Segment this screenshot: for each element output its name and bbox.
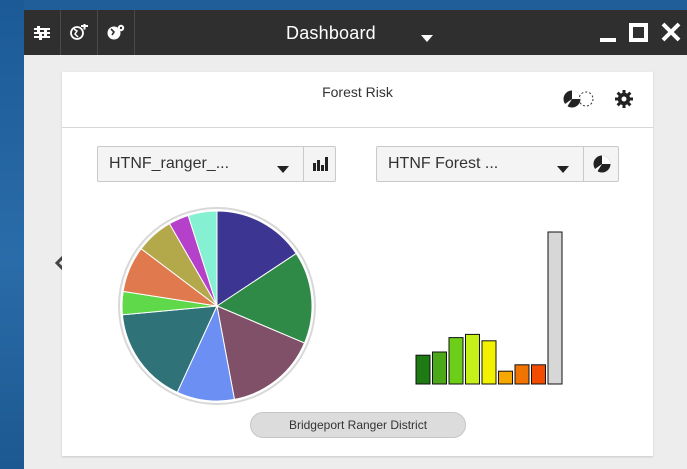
bar-3[interactable] xyxy=(448,337,464,385)
bar-6[interactable] xyxy=(498,370,513,385)
bar-chart xyxy=(412,222,592,393)
bar-9[interactable] xyxy=(547,231,563,385)
layer-select-right[interactable]: HTNF Forest ... xyxy=(377,147,584,181)
layer-dropdown-left[interactable]: HTNF_ranger_... xyxy=(97,146,336,182)
desktop-background xyxy=(0,0,24,469)
pie-chart xyxy=(117,206,317,411)
forest-risk-card: Forest Risk HTNF_ranger_... HTNF Forest … xyxy=(62,72,653,456)
minimize-icon[interactable] xyxy=(598,16,620,46)
chevron-down-icon[interactable] xyxy=(557,161,569,179)
layer-dropdown-right[interactable]: HTNF Forest ... xyxy=(376,146,619,182)
title-dropdown-caret-icon[interactable] xyxy=(421,30,433,48)
window-titlebar: Dashboard xyxy=(24,10,687,55)
globe-settings-icon[interactable] xyxy=(98,10,135,55)
bar-8[interactable] xyxy=(531,364,546,385)
maximize-icon[interactable] xyxy=(628,16,650,46)
bar-4[interactable] xyxy=(465,333,480,385)
bar-2[interactable] xyxy=(432,351,447,385)
bar-7[interactable] xyxy=(514,364,530,385)
bar-chart-icon[interactable] xyxy=(304,147,336,181)
layer-select-left-label: HTNF_ranger_... xyxy=(109,155,230,172)
pie-chart-icon[interactable] xyxy=(584,147,619,181)
bar-5[interactable] xyxy=(481,340,497,385)
district-badge[interactable]: Bridgeport Ranger District xyxy=(250,412,466,438)
bar-1[interactable] xyxy=(415,354,431,385)
gear-icon[interactable] xyxy=(615,90,633,113)
card-header: Forest Risk xyxy=(62,72,653,128)
chevron-down-icon[interactable] xyxy=(277,161,289,179)
globe-add-icon[interactable] xyxy=(61,10,98,55)
window-title: Dashboard xyxy=(286,23,376,43)
layer-select-right-label: HTNF Forest ... xyxy=(388,155,499,172)
pie-chart-toggle-icon[interactable] xyxy=(562,89,598,114)
layer-select-left[interactable]: HTNF_ranger_... xyxy=(98,147,304,181)
sliders-icon[interactable] xyxy=(24,10,61,55)
close-icon[interactable] xyxy=(660,16,682,46)
